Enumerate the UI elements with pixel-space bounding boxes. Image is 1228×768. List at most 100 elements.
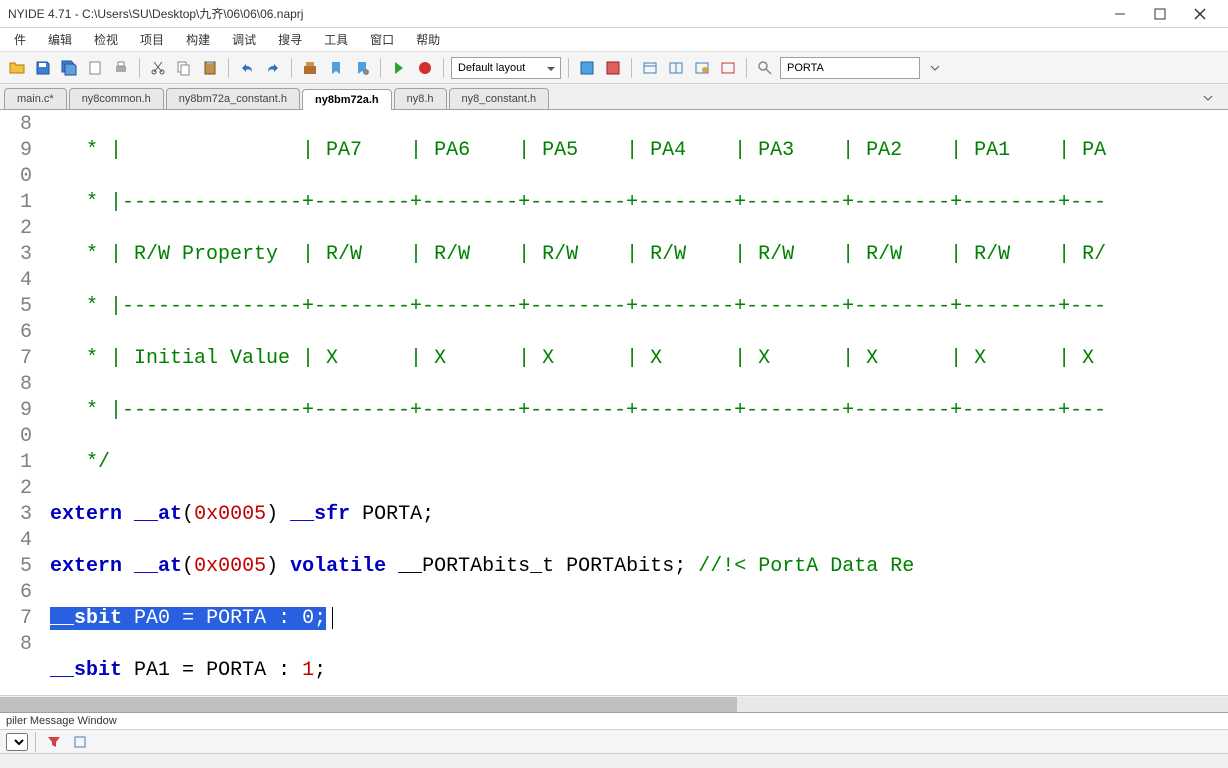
search-dropdown-icon[interactable]	[924, 57, 946, 79]
editor-tabs: main.c* ny8common.h ny8bm72a_constant.h …	[0, 84, 1228, 110]
menu-view[interactable]: 检视	[84, 28, 128, 51]
tab-ny8-h[interactable]: ny8.h	[394, 88, 447, 109]
tab-main-c[interactable]: main.c*	[4, 88, 67, 109]
compiler-message-window: piler Message Window	[0, 712, 1228, 754]
line-number: 1	[0, 190, 32, 216]
code-comment: * |---------------+--------+--------+---…	[50, 191, 1106, 214]
search-input[interactable]	[780, 57, 920, 79]
panel-red-icon[interactable]	[602, 57, 624, 79]
code-comment: * | | PA7 | PA6 | PA5 | PA4 | PA3 | PA2 …	[50, 139, 1106, 162]
menu-project[interactable]: 项目	[130, 28, 174, 51]
kw-at: __at	[134, 503, 182, 526]
kw-volatile: volatile	[290, 555, 386, 578]
line-number-gutter: 8 9 0 1 2 3 4 5 6 7 8 9 0 1 2 3 4 5 6 7 …	[0, 110, 38, 695]
line-number: 5	[0, 294, 32, 320]
line-number: 7	[0, 606, 32, 632]
scrollbar-track[interactable]	[0, 697, 1228, 712]
addr: 0x0005	[194, 555, 266, 578]
copy-icon[interactable]	[173, 57, 195, 79]
view4-icon[interactable]	[717, 57, 739, 79]
open-folder-icon[interactable]	[6, 57, 28, 79]
code-comment: * |---------------+--------+--------+---…	[50, 399, 1106, 422]
toolbar-separator	[631, 58, 632, 78]
minimize-button[interactable]	[1100, 2, 1140, 26]
line-number: 3	[0, 242, 32, 268]
filter-red-icon[interactable]	[43, 731, 65, 753]
document-icon[interactable]	[84, 57, 106, 79]
code-text-area[interactable]: * | | PA7 | PA6 | PA5 | PA4 | PA3 | PA2 …	[38, 110, 1228, 695]
line-number: 7	[0, 346, 32, 372]
kw-sbit: __sbit	[50, 659, 122, 682]
titlebar: NYIDE 4.71 - C:\Users\SU\Desktop\九齐\06\0…	[0, 0, 1228, 28]
toolbar-separator	[568, 58, 569, 78]
type-portabits: __PORTAbits_t	[398, 555, 554, 578]
addr: 0x0005	[194, 503, 266, 526]
tab-ny8-constant-h[interactable]: ny8_constant.h	[449, 88, 550, 109]
layout-dropdown[interactable]: Default layout	[451, 57, 561, 79]
code-comment: * |---------------+--------+--------+---…	[50, 295, 1106, 318]
search-icon[interactable]	[754, 57, 776, 79]
line-number: 6	[0, 580, 32, 606]
line-number: 0	[0, 424, 32, 450]
save-all-icon[interactable]	[58, 57, 80, 79]
panel-blue-icon[interactable]	[576, 57, 598, 79]
maximize-button[interactable]	[1140, 2, 1180, 26]
message-filter-dropdown[interactable]	[6, 733, 28, 751]
toolbar-separator	[291, 58, 292, 78]
menu-edit[interactable]: 编辑	[38, 28, 82, 51]
menu-search[interactable]: 搜寻	[268, 28, 312, 51]
cut-icon[interactable]	[147, 57, 169, 79]
window-title: NYIDE 4.71 - C:\Users\SU\Desktop\九齐\06\0…	[8, 5, 1100, 22]
menu-debug[interactable]: 调试	[222, 28, 266, 51]
tab-ny8bm72a-constant-h[interactable]: ny8bm72a_constant.h	[166, 88, 300, 109]
undo-icon[interactable]	[236, 57, 258, 79]
tab-ny8common-h[interactable]: ny8common.h	[69, 88, 164, 109]
menu-window[interactable]: 窗口	[360, 28, 404, 51]
code-comment: * | R/W Property | R/W | R/W | R/W | R/W…	[50, 243, 1106, 266]
ident-porta: PORTA	[362, 503, 422, 526]
build-icon[interactable]	[299, 57, 321, 79]
scrollbar-thumb[interactable]	[0, 697, 737, 712]
menu-help[interactable]: 帮助	[406, 28, 450, 51]
horizontal-scrollbar[interactable]	[0, 695, 1228, 712]
tab-ny8bm72a-h[interactable]: ny8bm72a.h	[302, 89, 392, 110]
view2-icon[interactable]	[665, 57, 687, 79]
code-editor[interactable]: 8 9 0 1 2 3 4 5 6 7 8 9 0 1 2 3 4 5 6 7 …	[0, 110, 1228, 695]
line-number: 8	[0, 112, 32, 138]
redo-icon[interactable]	[262, 57, 284, 79]
panel-toolbar	[0, 730, 1228, 754]
selected-text: __sbit PA0 = PORTA : 0;	[50, 607, 326, 630]
save-icon[interactable]	[32, 57, 54, 79]
line-number: 9	[0, 398, 32, 424]
line-number: 4	[0, 268, 32, 294]
tab-overflow-icon[interactable]	[1192, 90, 1224, 109]
view1-icon[interactable]	[639, 57, 661, 79]
toolbar: Default layout	[0, 52, 1228, 84]
close-button[interactable]	[1180, 2, 1220, 26]
bookmark-gear-icon[interactable]	[351, 57, 373, 79]
print-icon[interactable]	[110, 57, 132, 79]
filter-blue-icon[interactable]	[69, 731, 91, 753]
panel-title: piler Message Window	[0, 713, 1228, 730]
menubar: 件 编辑 检视 项目 构建 调试 搜寻 工具 窗口 帮助	[0, 28, 1228, 52]
menu-tools[interactable]: 工具	[314, 28, 358, 51]
kw-extern: extern	[50, 503, 122, 526]
ident: PORTA	[206, 659, 266, 682]
menu-build[interactable]: 构建	[176, 28, 220, 51]
run-icon[interactable]	[388, 57, 410, 79]
window-controls	[1100, 2, 1220, 26]
menu-file[interactable]: 件	[4, 28, 36, 51]
bookmark-icon[interactable]	[325, 57, 347, 79]
view3-icon[interactable]	[691, 57, 713, 79]
toolbar-separator	[35, 732, 36, 752]
toolbar-separator	[746, 58, 747, 78]
toolbar-separator	[228, 58, 229, 78]
num: 1	[302, 659, 314, 682]
stop-icon[interactable]	[414, 57, 436, 79]
line-number: 8	[0, 632, 32, 658]
line-number: 9	[0, 138, 32, 164]
paste-icon[interactable]	[199, 57, 221, 79]
line-number: 2	[0, 216, 32, 242]
toolbar-separator	[380, 58, 381, 78]
kw-sfr: __sfr	[290, 503, 350, 526]
